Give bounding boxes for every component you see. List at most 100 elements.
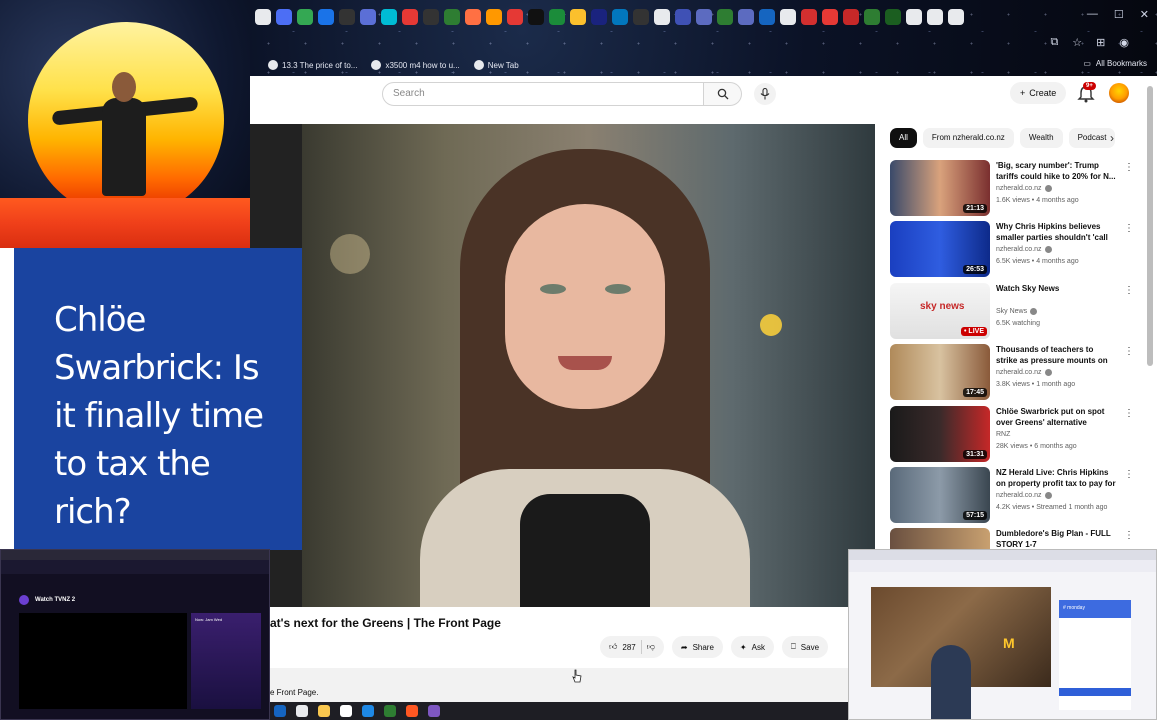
profile-icon[interactable]: ◉ <box>1119 36 1129 49</box>
tab-favicon-icon[interactable] <box>864 9 880 25</box>
mail-icon[interactable] <box>362 705 374 717</box>
tab-strip[interactable] <box>255 7 964 27</box>
recommendation-item[interactable]: 31:31 Chlöe Swarbrick put on spot over Gr… <box>890 405 1140 467</box>
all-bookmarks-button[interactable]: ▭ All Bookmarks <box>1083 59 1147 68</box>
channel-name[interactable]: Sky News <box>996 307 1038 315</box>
recommendation-item[interactable]: sky news • LIVE Watch Sky News Sky News 6.5K… <box>890 282 1140 344</box>
bookmark-item[interactable]: 13.3 The price of to... <box>268 60 357 70</box>
tab-favicon-icon[interactable] <box>612 9 628 25</box>
bookmark-star-icon[interactable]: ☆ <box>1072 36 1082 49</box>
recommendation-item[interactable]: 26:53 Why Chris Hipkins believes smaller … <box>890 221 1140 282</box>
tab-favicon-icon[interactable] <box>654 9 670 25</box>
tab-favicon-icon[interactable] <box>528 9 544 25</box>
close-icon[interactable]: ✕ <box>1140 8 1149 21</box>
tab-favicon-icon[interactable] <box>276 9 292 25</box>
like-count[interactable]: 287 <box>622 643 635 652</box>
tab-favicon-icon[interactable] <box>822 9 838 25</box>
tab-favicon-icon[interactable] <box>381 9 397 25</box>
channel-name[interactable]: nzherald.co.nz <box>996 185 1052 192</box>
extensions-icon[interactable]: ⊞ <box>1096 36 1105 49</box>
video-thumbnail[interactable]: sky news • LIVE <box>890 282 990 339</box>
channel-name[interactable]: nzherald.co.nz <box>996 369 1052 377</box>
recommendation-title[interactable]: Thousands of teachers to strike as press… <box>996 344 1116 366</box>
tab-favicon-icon[interactable] <box>843 9 859 25</box>
more-options-icon[interactable]: ⋮ <box>1124 530 1134 541</box>
voice-search-button[interactable] <box>754 83 776 105</box>
bookmark-item[interactable]: New Tab <box>473 60 519 70</box>
recommendation-item[interactable]: 17:45 Thousands of teachers to strike as … <box>890 344 1140 405</box>
calendar-icon[interactable] <box>340 705 352 717</box>
maximize-icon[interactable]: ☐ <box>1114 8 1124 21</box>
recommendation-title[interactable]: 'Big, scary number': Trump tariffs could… <box>996 160 1116 182</box>
tab-favicon-icon[interactable] <box>759 9 775 25</box>
terminal-icon[interactable] <box>384 705 396 717</box>
tab-favicon-icon[interactable] <box>738 9 754 25</box>
tab-favicon-icon[interactable] <box>885 9 901 25</box>
more-options-icon[interactable]: ⋮ <box>1124 223 1134 234</box>
recommendation-item[interactable]: 57:15 NZ Herald Live: Chris Hipkins on pr… <box>890 466 1140 528</box>
search-button[interactable] <box>704 82 742 106</box>
tab-favicon-icon[interactable] <box>402 9 418 25</box>
video-thumbnail[interactable]: 17:45 <box>890 344 990 401</box>
recommendation-title[interactable]: Why Chris Hipkins believes smaller parti… <box>996 221 1116 243</box>
chrome-icon[interactable] <box>296 705 308 717</box>
tab-favicon-icon[interactable] <box>423 9 439 25</box>
tab-favicon-icon[interactable] <box>318 9 334 25</box>
share-button[interactable]: ➦ Share <box>671 636 723 658</box>
save-button[interactable]: ⎕ Save <box>781 636 829 658</box>
active-app-icon[interactable] <box>406 705 418 717</box>
edge-icon[interactable] <box>274 705 286 717</box>
page-scrollbar[interactable] <box>1147 86 1153 366</box>
recommendation-title[interactable]: Watch Sky News <box>996 283 1116 294</box>
more-options-icon[interactable]: ⋮ <box>1124 162 1134 173</box>
filter-chip[interactable]: Podcast <box>1068 128 1116 148</box>
tab-favicon-icon[interactable] <box>570 9 586 25</box>
more-options-icon[interactable]: ⋮ <box>1124 408 1134 419</box>
video-player[interactable] <box>250 124 875 607</box>
channel-name[interactable]: nzherald.co.nz <box>996 246 1052 254</box>
chevron-right-icon[interactable]: › <box>1110 131 1114 145</box>
channel-name[interactable]: nzherald.co.nz <box>996 491 1052 499</box>
create-button[interactable]: + Create <box>1010 82 1067 104</box>
tab-favicon-icon[interactable] <box>465 9 481 25</box>
tab-favicon-icon[interactable] <box>927 9 943 25</box>
tab-favicon-icon[interactable] <box>507 9 523 25</box>
video-thumbnail[interactable]: 21:13 <box>890 160 990 216</box>
tab-favicon-icon[interactable] <box>906 9 922 25</box>
tab-favicon-icon[interactable] <box>801 9 817 25</box>
recommendation-title[interactable]: Chlöe Swarbrick put on spot over Greens'… <box>996 406 1116 428</box>
tab-favicon-icon[interactable] <box>591 9 607 25</box>
tab-favicon-icon[interactable] <box>717 9 733 25</box>
filter-chip[interactable]: All <box>890 128 917 148</box>
filter-chip[interactable]: Wealth <box>1019 128 1063 148</box>
tab-favicon-icon[interactable] <box>675 9 691 25</box>
tab-favicon-icon[interactable] <box>948 9 964 25</box>
tab-favicon-icon[interactable] <box>360 9 376 25</box>
channel-name[interactable]: RNZ <box>996 431 1010 438</box>
thumbs-up-icon[interactable]: 👍︎ <box>609 642 617 652</box>
more-options-icon[interactable]: ⋮ <box>1124 346 1134 357</box>
thumbs-down-icon[interactable]: 👎︎ <box>647 642 655 652</box>
tab-favicon-icon[interactable] <box>780 9 796 25</box>
tab-favicon-icon[interactable] <box>549 9 565 25</box>
tab-favicon-icon[interactable] <box>444 9 460 25</box>
tab-favicon-icon[interactable] <box>696 9 712 25</box>
tab-favicon-icon[interactable] <box>339 9 355 25</box>
more-options-icon[interactable]: ⋮ <box>1124 285 1134 296</box>
recommendation-title[interactable]: NZ Herald Live: Chris Hipkins on propert… <box>996 467 1116 489</box>
video-thumbnail[interactable]: 31:31 <box>890 405 990 462</box>
file-explorer-icon[interactable] <box>318 705 330 717</box>
filter-chip[interactable]: From nzherald.co.nz <box>922 128 1014 148</box>
tab-favicon-icon[interactable] <box>255 9 271 25</box>
ask-button[interactable]: ✦ Ask <box>730 636 774 658</box>
tab-favicon-icon[interactable] <box>297 9 313 25</box>
search-input[interactable]: Search <box>382 82 704 106</box>
bookmark-item[interactable]: x3500 m4 how to u... <box>371 60 460 70</box>
install-app-icon[interactable]: ⧉ <box>1050 36 1058 49</box>
minimize-icon[interactable]: — <box>1087 8 1098 21</box>
tab-favicon-icon[interactable] <box>633 9 649 25</box>
tab-favicon-icon[interactable] <box>486 9 502 25</box>
video-thumbnail[interactable]: 26:53 <box>890 221 990 278</box>
pin-icon[interactable] <box>428 705 440 717</box>
avatar[interactable] <box>1109 83 1129 103</box>
